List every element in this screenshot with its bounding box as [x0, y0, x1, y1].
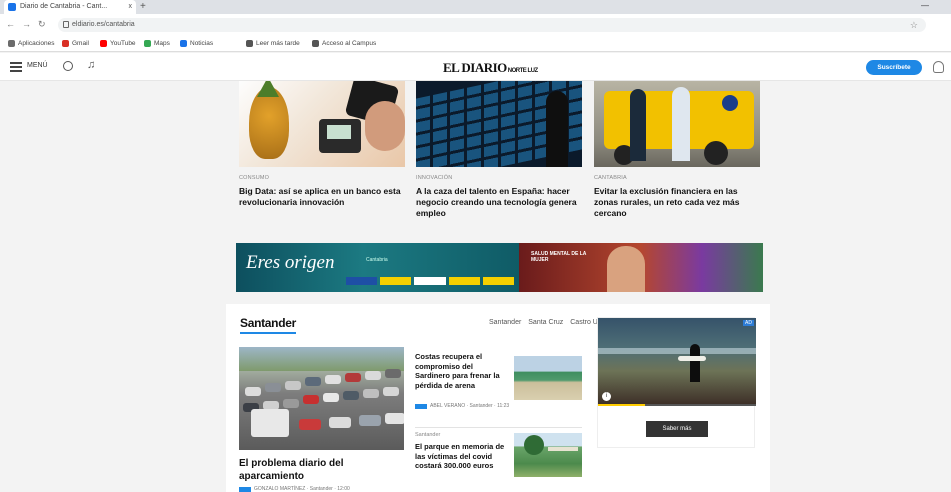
- main-story-title[interactable]: El problema diario del aparcamiento: [239, 457, 404, 483]
- bookmark-star-icon[interactable]: ☆: [910, 18, 918, 32]
- story-divider: [415, 427, 582, 428]
- back-arrow-icon[interactable]: ←: [6, 19, 15, 29]
- side-story[interactable]: Santander El parque en memoria de las ví…: [415, 432, 582, 477]
- forward-arrow-icon[interactable]: →: [22, 19, 31, 29]
- article-category: CANTABRIA: [594, 175, 627, 181]
- main-story-byline: GONZALO MARTÍNEZ · Santander · 12:00: [239, 486, 404, 492]
- ad-label: AD: [743, 320, 754, 326]
- bookmarks-bar: Aplicaciones Gmail YouTube Maps Noticias…: [0, 36, 951, 52]
- ad-banner-origin[interactable]: Eres origen Cantabria: [236, 243, 519, 292]
- bookmark-apps[interactable]: Aplicaciones: [8, 38, 55, 50]
- author-badge: [415, 403, 427, 409]
- article-card[interactable]: CANTABRIA Evitar la exclusión financiera…: [594, 81, 760, 219]
- address-bar[interactable]: eldiario.es/cantabria ☆: [58, 18, 926, 32]
- article-image-van[interactable]: [594, 81, 760, 167]
- ad-sub-text: Cantabria: [366, 257, 388, 263]
- bookmark-news[interactable]: Noticias: [180, 38, 213, 50]
- reload-icon[interactable]: ↻: [38, 19, 46, 30]
- bookmark-label: Maps: [154, 40, 170, 47]
- main-story-image-parking[interactable]: [239, 347, 404, 450]
- hamburger-menu-icon[interactable]: [10, 62, 22, 72]
- article-title[interactable]: A la caza del talento en España: hacer n…: [416, 186, 582, 219]
- campus-icon: [312, 40, 319, 47]
- section-title[interactable]: Santander: [240, 316, 296, 330]
- bell-icon[interactable]: ♫: [87, 59, 95, 71]
- video-ad-player[interactable]: AD i Saber más: [597, 317, 756, 448]
- logo-main-text: EL DIARIO: [443, 60, 507, 75]
- bookmark-gmail[interactable]: Gmail: [62, 38, 89, 50]
- site-header: MENÚ ♫ EL DIARIONORTE LUZ Suscríbete: [0, 53, 951, 81]
- bookmark-read-later[interactable]: Leer más tarde: [246, 38, 300, 50]
- ad-portrait-image: [607, 246, 645, 292]
- section-underline: [240, 332, 296, 334]
- minimize-window-button[interactable]: —: [921, 1, 929, 10]
- youtube-icon: [100, 40, 107, 47]
- gmail-icon: [62, 40, 69, 47]
- bookmark-label: Aplicaciones: [18, 40, 55, 47]
- ad-sponsor-logos: [346, 277, 515, 287]
- maps-icon: [144, 40, 151, 47]
- article-title[interactable]: Evitar la exclusión financiera en las zo…: [594, 186, 760, 219]
- bookmark-youtube[interactable]: YouTube: [100, 38, 136, 50]
- ad-banner-health[interactable]: SALUD MENTAL DE LA MUJER: [519, 243, 763, 292]
- video-progress-bar[interactable]: [598, 404, 756, 406]
- bookmark-label: YouTube: [110, 40, 136, 47]
- bookmark-label: Leer más tarde: [256, 40, 300, 47]
- article-category: INNOVACIÓN: [416, 175, 453, 181]
- bookmark-maps[interactable]: Maps: [144, 38, 170, 50]
- read-later-icon: [246, 40, 253, 47]
- lock-icon: [63, 21, 69, 28]
- video-frame-beach[interactable]: AD i: [598, 318, 756, 406]
- browser-tab[interactable]: Diario de Cantabria - Cant... x: [4, 0, 136, 14]
- article-card[interactable]: CONSUMO Big Data: así se aplica en un ba…: [239, 81, 405, 208]
- byline-text: GONZALO MARTÍNEZ · Santander · 12:00: [254, 486, 350, 492]
- side-story-title[interactable]: Costas recupera el compromiso del Sardin…: [415, 352, 507, 390]
- browser-navbar: ← → ↻ eldiario.es/cantabria ☆: [0, 14, 951, 36]
- byline-text: ABEL VERANO · Santander · 11:23: [430, 403, 510, 409]
- author-badge: [239, 486, 251, 492]
- main-story[interactable]: El problema diario del aparcamiento GONZ…: [239, 347, 404, 492]
- side-story-title[interactable]: El parque en memoria de las víctimas del…: [415, 442, 507, 471]
- ad-headline: Eres origen: [246, 252, 335, 273]
- favicon-icon: [8, 3, 16, 11]
- site-logo[interactable]: EL DIARIONORTE LUZ: [443, 60, 538, 76]
- article-image-screens[interactable]: [416, 81, 582, 167]
- article-title[interactable]: Big Data: así se aplica en un banco esta…: [239, 186, 405, 208]
- info-icon[interactable]: i: [602, 392, 611, 401]
- bookmark-label: Noticias: [190, 40, 214, 47]
- ad-text: SALUD MENTAL DE LA MUJER: [531, 251, 587, 263]
- search-icon[interactable]: [63, 61, 73, 71]
- article-image-payment[interactable]: [239, 81, 405, 167]
- learn-more-button[interactable]: Saber más: [646, 421, 708, 437]
- section-link[interactable]: Santa Cruz: [528, 319, 563, 326]
- browser-tab-bar: Diario de Cantabria - Cant... x + —: [0, 0, 951, 14]
- url-text: eldiario.es/cantabria: [72, 21, 135, 28]
- logo-sub-text: NORTE LUZ: [507, 68, 538, 74]
- section-link[interactable]: Santander: [489, 319, 521, 326]
- video-progress-fill: [598, 404, 646, 406]
- new-tab-button[interactable]: +: [140, 0, 146, 14]
- tab-title: Diario de Cantabria - Cant...: [20, 3, 108, 10]
- bookmark-campus[interactable]: Acceso al Campus: [312, 38, 376, 50]
- article-category: CONSUMO: [239, 175, 270, 181]
- bookmark-label: Gmail: [72, 40, 89, 47]
- subscribe-button[interactable]: Suscríbete: [866, 60, 922, 75]
- article-card[interactable]: INNOVACIÓN A la caza del talento en Espa…: [416, 81, 582, 219]
- bookmark-label: Acceso al Campus: [322, 40, 377, 47]
- side-story-byline: ABEL VERANO · Santander · 11:23: [415, 403, 509, 409]
- user-account-icon[interactable]: [933, 61, 944, 73]
- side-story-image-beach[interactable]: [514, 356, 582, 400]
- close-tab-icon[interactable]: x: [129, 0, 133, 14]
- side-story-image-park[interactable]: [514, 433, 582, 477]
- menu-label[interactable]: MENÚ: [27, 62, 48, 69]
- apps-icon: [8, 40, 15, 47]
- news-icon: [180, 40, 187, 47]
